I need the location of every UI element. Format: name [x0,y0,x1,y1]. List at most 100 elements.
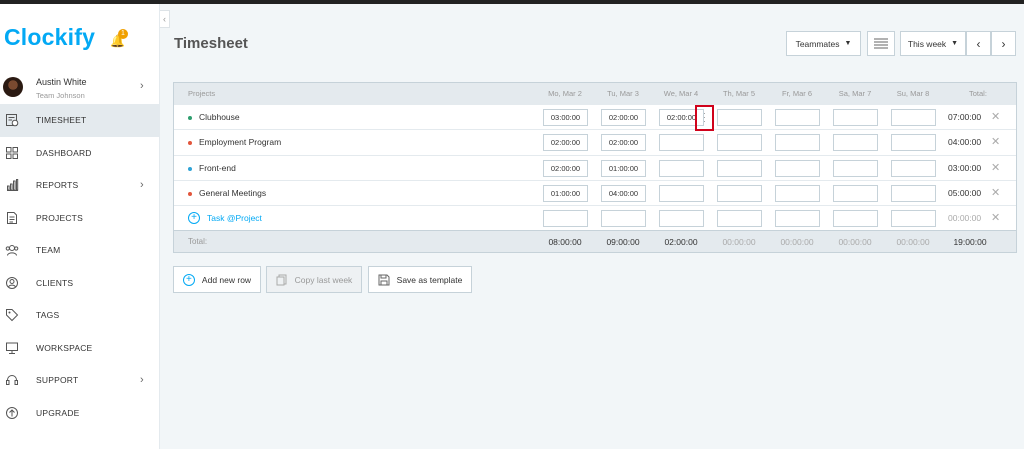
time-input[interactable] [833,134,878,152]
remove-row-icon[interactable]: ✕ [991,162,1001,173]
sidebar-item-tags[interactable]: TAGS [0,299,160,332]
time-input[interactable]: 01:00:00 [601,159,646,177]
user-name: Austin White [36,77,87,87]
list-icon [874,38,888,48]
column-header-day: Sa, Mar 7 [838,89,872,98]
remove-row-icon[interactable]: ✕ [991,213,1001,224]
day-total: 09:00:00 [606,237,640,248]
time-input[interactable] [659,159,704,177]
select-task-project-button[interactable]: + Task @Project [188,206,262,230]
project-name[interactable]: Clubhouse [199,105,240,129]
collapse-sidebar-button[interactable]: ‹ [160,10,170,28]
table-row: Front-end 02:00:00 01:00:00 03:00:00 ✕ [174,154,1016,180]
sidebar-item-label: TEAM [36,245,61,256]
sidebar-item-timesheet[interactable]: TIMESHEET [0,104,160,137]
plus-circle-icon: + [188,212,200,225]
sidebar-item-label: REPORTS [36,180,79,191]
time-input[interactable] [891,134,936,152]
notifications-bell-icon[interactable]: 🔔 1 [110,29,128,48]
chevron-right-icon: › [140,179,144,192]
save-template-label: Save as template [396,274,463,285]
time-input[interactable]: 03:00:00 [543,109,588,126]
row-total: 03:00:00 [948,162,982,173]
copy-last-week-button[interactable]: Copy last week [266,266,362,293]
remove-row-icon[interactable]: ✕ [991,137,1001,148]
sidebar-item-label: PROJECTS [36,212,83,223]
period-dropdown[interactable]: This week ▼ [900,31,966,56]
project-name[interactable]: Front-end [199,156,236,180]
row-total: 00:00:00 [948,213,982,224]
sidebar-item-dashboard[interactable]: DASHBOARD [0,137,160,170]
previous-week-button[interactable]: ‹ [966,31,991,56]
time-input[interactable] [891,159,936,177]
time-input[interactable]: 02:00:00 [601,134,646,152]
chevron-left-icon: ‹ [976,36,981,51]
time-input[interactable] [659,210,704,228]
row-total: 07:00:00 [948,112,982,123]
list-view-button[interactable] [867,31,895,56]
time-input[interactable] [775,109,820,126]
day-total: 02:00:00 [664,237,698,248]
day-total: 00:00:00 [838,237,872,248]
time-input[interactable] [717,184,762,202]
table-row: General Meetings 01:00:00 04:00:00 05:00… [174,179,1016,205]
sidebar-item-upgrade[interactable]: UPGRADE [0,397,160,430]
workspace-icon [6,342,18,354]
time-input[interactable]: 01:00:00 [543,184,588,202]
save-icon [378,274,390,285]
time-input[interactable] [891,210,936,228]
time-input[interactable] [775,134,820,152]
time-input[interactable] [601,210,646,228]
remove-row-icon[interactable]: ✕ [991,187,1001,198]
column-header-total: Total: [969,89,987,98]
avatar [3,77,23,97]
time-input[interactable] [833,109,878,126]
sidebar-item-team[interactable]: TEAM [0,234,160,267]
add-new-row-button[interactable]: + Add new row [173,266,261,293]
teammates-dropdown[interactable]: Teammates ▼ [786,31,861,56]
time-input[interactable] [833,184,878,202]
clockify-logo[interactable]: Clockify [4,24,95,51]
project-name[interactable]: Employment Program [199,130,281,154]
user-profile[interactable]: Austin White Team Johnson › [0,72,160,106]
sidebar-item-clients[interactable]: CLIENTS [0,267,160,300]
sidebar-item-reports[interactable]: REPORTS › [0,169,160,202]
save-as-template-button[interactable]: Save as template [368,266,472,293]
remove-row-icon[interactable]: ✕ [991,112,1001,123]
footer-total-label: Total: [188,237,208,247]
project-color-dot [188,141,192,146]
time-input[interactable] [775,184,820,202]
time-input[interactable] [833,210,878,228]
sidebar-item-projects[interactable]: PROJECTS [0,202,160,235]
project-color-dot [188,116,192,120]
time-input[interactable] [891,109,936,126]
sidebar-item-label: UPGRADE [36,407,80,418]
time-input[interactable]: 02:00:00 [543,159,588,177]
sidebar: Clockify 🔔 1 Austin White Team Johnson › … [0,4,160,449]
time-input[interactable]: 04:00:00 [601,184,646,202]
column-header-day: Tu, Mar 3 [607,89,639,98]
time-input[interactable]: 02:00:00 [543,134,588,152]
time-input[interactable] [659,184,704,202]
time-input[interactable] [775,210,820,228]
time-input[interactable] [543,210,588,228]
day-total: 00:00:00 [896,237,930,248]
time-input[interactable] [717,159,762,177]
more-options-icon[interactable]: · · · [703,109,706,126]
sidebar-item-workspace[interactable]: WORKSPACE [0,332,160,365]
time-input[interactable]: 02:00:00 [601,109,646,126]
time-input[interactable] [891,184,936,202]
row-total: 04:00:00 [948,137,982,148]
project-name[interactable]: General Meetings [199,181,266,205]
team-icon [5,245,19,256]
sidebar-item-support[interactable]: SUPPORT › [0,364,160,397]
time-input[interactable] [659,134,704,152]
next-week-button[interactable]: › [991,31,1016,56]
time-input[interactable] [775,159,820,177]
time-input[interactable] [717,134,762,152]
notification-badge: 1 [118,29,128,39]
time-input[interactable] [717,210,762,228]
sidebar-item-label: SUPPORT [36,375,79,386]
time-input[interactable] [833,159,878,177]
time-input[interactable] [717,109,762,126]
